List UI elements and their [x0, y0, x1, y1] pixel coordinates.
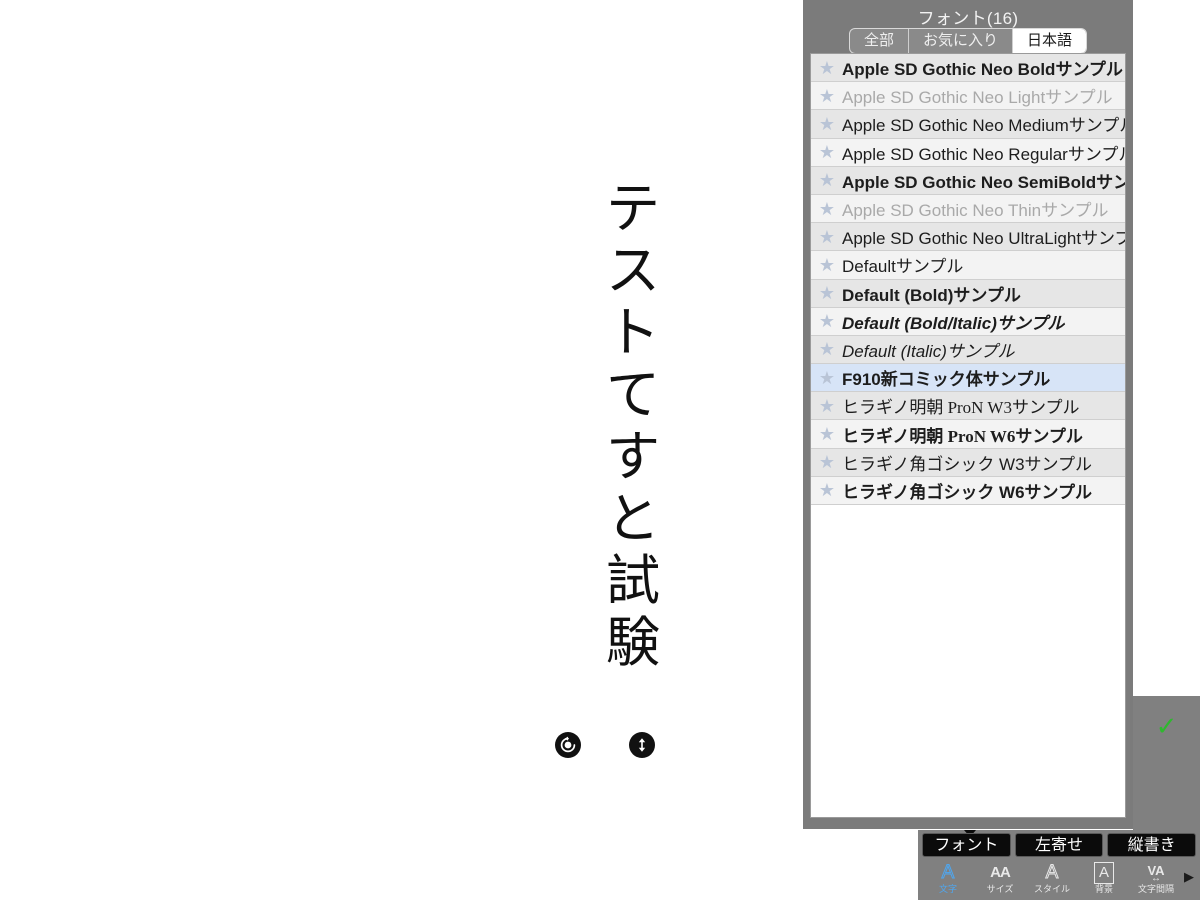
font-list-item-label: Default (Bold)サンプル	[842, 285, 1021, 305]
font-list-item[interactable]: ★ Apple SD Gothic Neo UltraLightサンプル	[811, 223, 1125, 252]
background-color-swatch: A	[1093, 862, 1114, 884]
vertical-text-glyph: と	[606, 487, 660, 550]
favorite-star-icon[interactable]: ★	[817, 255, 837, 275]
toolbar-icon-文字[interactable]: A 文字	[922, 862, 974, 895]
vertical-text-glyph: テ	[606, 177, 660, 240]
toolbar-icon-サイズ[interactable]: AA サイズ	[974, 862, 1026, 895]
font-list[interactable]: ★ Apple SD Gothic Neo Boldサンプル ★ Apple SD G…	[810, 53, 1126, 818]
font-list-item[interactable]: ★ Default (Italic)サンプル	[811, 335, 1125, 365]
font-list-item[interactable]: ★ Apple SD Gothic Neo Mediumサンプル	[811, 110, 1125, 139]
font-filter-segmented-control[interactable]: 全部 お気に入り 日本語	[848, 28, 1088, 54]
text-color-icon: A	[941, 862, 955, 884]
favorite-star-icon[interactable]: ★	[817, 396, 837, 416]
favorite-star-icon[interactable]: ★	[817, 58, 837, 78]
toolbar-button-row: フォント 左寄せ 縦書き	[918, 833, 1200, 857]
letter-spacing-arrow-icon: ↔	[1150, 872, 1161, 884]
favorite-star-icon[interactable]: ★	[817, 199, 837, 219]
favorite-star-icon[interactable]: ★	[817, 142, 837, 162]
favorite-star-icon[interactable]: ★	[817, 227, 837, 247]
toolbar-icon-caption: スタイル	[1033, 884, 1070, 894]
font-list-item[interactable]: ★ F910新コミック体サンプル	[811, 364, 1125, 393]
font-list-item[interactable]: ★ ヒラギノ明朝 ProN W6サンプル	[811, 420, 1125, 449]
font-list-item[interactable]: ★ Apple SD Gothic Neo Boldサンプル	[811, 54, 1125, 83]
font-list-item-label: Apple SD Gothic Neo Lightサンプル	[842, 88, 1113, 108]
vertical-text-object[interactable]: テストてすと試験	[596, 178, 670, 674]
toolbar-icon-caption: 文字	[938, 884, 957, 894]
font-list-item-label: Default (Bold/Italic)サンプル	[842, 313, 1065, 333]
font-list-item-label: Apple SD Gothic Neo Thinサンプル	[842, 201, 1109, 221]
favorite-star-icon[interactable]: ★	[817, 86, 837, 106]
text-style-icon: A	[1045, 862, 1059, 884]
font-list-item-label: Apple SD Gothic Neo Boldサンプル	[842, 60, 1123, 80]
favorite-star-icon[interactable]: ★	[817, 170, 837, 190]
confirm-button[interactable]: ✓	[1133, 696, 1200, 756]
font-list-item[interactable]: ★ Default (Bold)サンプル	[811, 279, 1125, 308]
font-list-item-label: ヒラギノ角ゴシック W6サンプル	[842, 482, 1093, 502]
toolbar-icon-スタイル[interactable]: A スタイル	[1026, 862, 1078, 895]
favorite-star-icon[interactable]: ★	[817, 283, 837, 303]
text-format-toolbar: フォント 左寄せ 縦書き A 文字 AA サイズ A スタイル A 背景 VA ↔ 文字間隔 ▶	[918, 830, 1200, 900]
toolbar-button-2[interactable]: 縦書き	[1107, 833, 1197, 857]
toolbar-button-0[interactable]: フォント	[922, 833, 1011, 857]
toolbar-more-arrow-icon[interactable]: ▶	[1184, 869, 1194, 885]
font-list-item[interactable]: ★ Apple SD Gothic Neo Thinサンプル	[811, 194, 1125, 224]
font-list-item[interactable]: ★ ヒラギノ明朝 ProN W3サンプル	[811, 392, 1125, 421]
font-list-item-label: ヒラギノ角ゴシック W3サンプル	[842, 454, 1093, 474]
toolbar-icon-文字間隔[interactable]: VA ↔ 文字間隔	[1130, 862, 1182, 895]
font-list-item[interactable]: ★ Apple SD Gothic Neo Lightサンプル	[811, 82, 1125, 111]
toolbar-icon-caption: 背景	[1094, 884, 1113, 894]
font-list-item[interactable]: ★ ヒラギノ角ゴシック W6サンプル	[811, 476, 1125, 505]
favorite-star-icon[interactable]: ★	[817, 424, 837, 444]
toolbar-icon-背景[interactable]: A 背景	[1078, 862, 1130, 895]
font-list-item-label: ヒラギノ明朝 ProN W6サンプル	[842, 426, 1083, 446]
font-list-item-label: Apple SD Gothic Neo SemiBoldサンプル	[842, 172, 1125, 192]
font-size-icon: AA	[990, 864, 1011, 881]
font-list-item-label: Apple SD Gothic Neo Regularサンプル	[842, 144, 1125, 164]
favorite-star-icon[interactable]: ★	[817, 339, 837, 359]
font-list-item[interactable]: ★ Apple SD Gothic Neo Regularサンプル	[811, 138, 1125, 167]
app-root: テストてすと試験 フォント(16) 全部 お気に入り 日本語 ★ Apple SD G…	[0, 0, 1200, 900]
font-list-item-label: Apple SD Gothic Neo UltraLightサンプル	[842, 229, 1125, 249]
font-list-item[interactable]: ★ ヒラギノ角ゴシック W3サンプル	[811, 448, 1125, 477]
font-filter-tab-0[interactable]: 全部	[850, 29, 909, 53]
font-panel-title: フォント(16)	[917, 9, 1019, 28]
checkmark-icon: ✓	[1155, 711, 1178, 741]
toolbar-icon-caption: 文字間隔	[1137, 884, 1174, 894]
toolbar-button-1[interactable]: 左寄せ	[1014, 833, 1104, 857]
font-filter-tab-1[interactable]: お気に入り	[909, 29, 1013, 53]
font-list-item[interactable]: ★Apple SD Gothic Neo SemiBoldサンプル	[811, 166, 1125, 195]
favorite-star-icon[interactable]: ★	[817, 368, 837, 388]
toolbar-icon-row: A 文字 AA サイズ A スタイル A 背景 VA ↔ 文字間隔 ▶	[918, 862, 1200, 900]
favorite-star-icon[interactable]: ★	[817, 452, 837, 472]
font-list-item[interactable]: ★ Default (Bold/Italic)サンプル	[811, 307, 1125, 336]
font-filter-tab-2[interactable]: 日本語	[1013, 29, 1087, 53]
vertical-text-glyph: 試	[606, 549, 660, 612]
favorite-star-icon[interactable]: ★	[817, 311, 837, 331]
font-filter-segmented-wrap: 全部 お気に入り 日本語	[803, 28, 1133, 54]
vertical-text-glyph: ト	[606, 301, 660, 364]
font-list-item-label: Defaultサンプル	[842, 257, 964, 277]
letter-spacing-icon: VA ↔	[1147, 862, 1164, 884]
favorite-star-icon[interactable]: ★	[817, 114, 837, 134]
font-list-item-label: F910新コミック体サンプル	[842, 370, 1051, 390]
font-list-item-label: Default (Italic)サンプル	[842, 341, 1015, 361]
toolbar-icon-caption: サイズ	[986, 884, 1014, 894]
vertical-text-glyph: ス	[606, 239, 660, 302]
font-list-item-label: ヒラギノ明朝 ProN W3サンプル	[842, 398, 1080, 418]
vertical-text-glyph: す	[606, 425, 660, 488]
vertical-text-glyph: て	[606, 363, 660, 426]
font-popup-panel: フォント(16) 全部 お気に入り 日本語 ★ Apple SD Gothic Neo…	[803, 0, 1133, 829]
resize-handle[interactable]	[629, 732, 655, 758]
font-list-item-label: Apple SD Gothic Neo Mediumサンプル	[842, 116, 1125, 136]
background-color-icon: A	[1093, 862, 1114, 884]
vertical-text-glyph: 験	[606, 611, 660, 674]
favorite-star-icon[interactable]: ★	[817, 480, 837, 500]
font-list-item[interactable]: ★ Defaultサンプル	[811, 251, 1125, 280]
rotate-handle[interactable]	[555, 732, 581, 758]
